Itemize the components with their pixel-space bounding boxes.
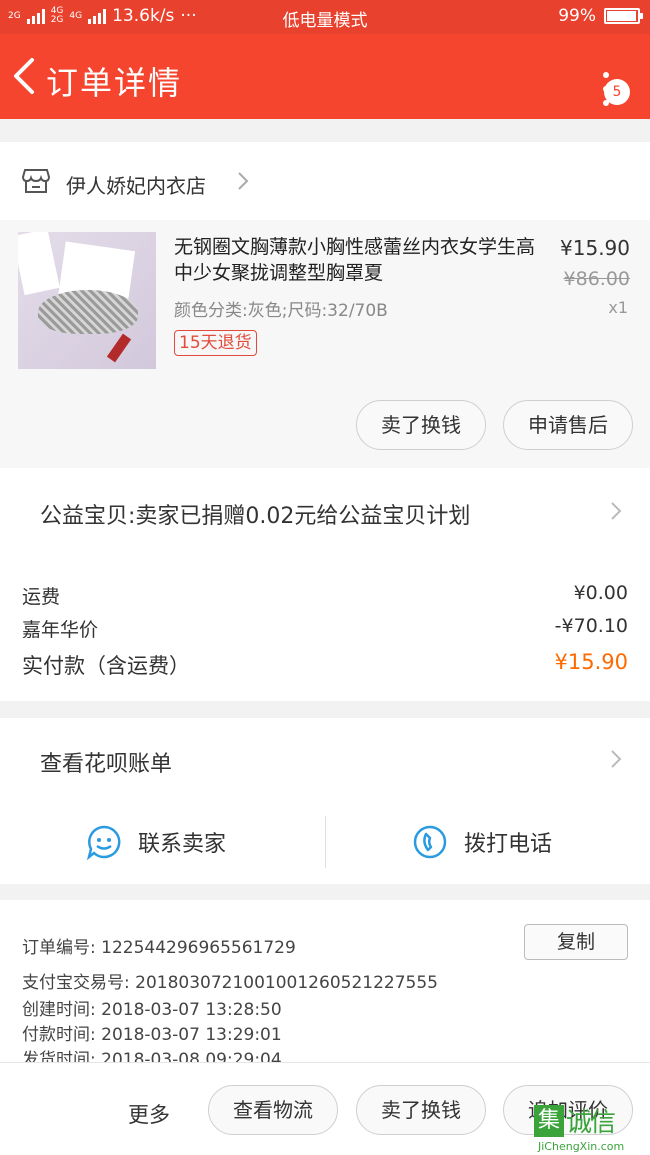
charity-row[interactable]: 公益宝贝:卖家已捐赠0.02元给公益宝贝计划 (0, 468, 650, 556)
huabei-bill-row[interactable]: 查看花呗账单 (0, 718, 650, 802)
product-original-price: ¥86.00 (563, 268, 630, 290)
message-count-badge: 5 (604, 79, 630, 105)
shipping-fee-label: 运费 (22, 586, 61, 608)
call-phone-label: 拨打电话 (464, 832, 553, 857)
product-title[interactable]: 无钢圈文胸薄款小胸性感蕾丝内衣女学生高中少女聚拢调整型胸罩夏 (174, 234, 550, 286)
alipay-transaction-number: 支付宝交易号: 20180307​2100100​1260521227555 (22, 973, 438, 993)
store-icon (22, 169, 50, 193)
product-card: 无钢圈文胸薄款小胸性感蕾丝内衣女学生高中少女聚拢调整型胸罩夏 颜色分类:灰色;尺… (0, 220, 650, 468)
power-mode-label: 低电量模式 (282, 11, 368, 31)
view-logistics-button[interactable]: 查看物流 (208, 1085, 338, 1135)
shop-row[interactable]: 伊人娇妃内衣店 (0, 142, 650, 220)
refund-policy-tag: 15天退货 (174, 330, 257, 356)
phone-icon (413, 825, 447, 859)
fee-summary: 运费 ¥0.00 嘉年华价 -¥70.10 实付款（含运费） ¥15.90 (0, 556, 650, 701)
battery-icon (604, 8, 643, 24)
order-number: 订单编号: 1225442969655617​29 (22, 938, 296, 958)
chevron-right-icon (611, 502, 622, 520)
watermark-logo: 集 诚信 (534, 1102, 616, 1139)
contact-seller-button[interactable]: 联系卖家 (86, 824, 226, 860)
product-thumbnail[interactable] (18, 232, 156, 369)
battery-percent: 99% (558, 6, 596, 26)
charity-text: 公益宝贝:卖家已捐赠0.02元给公益宝贝计划 (40, 504, 471, 529)
carnival-price-label: 嘉年华价 (22, 619, 99, 641)
status-right: 99% (558, 6, 643, 26)
shipping-fee-row: 运费 ¥0.00 (22, 582, 628, 609)
product-sku: 颜色分类:灰色;尺码:32/70B (174, 301, 388, 321)
sell-item-button[interactable]: 卖了换钱 (356, 400, 486, 450)
total-paid-row: 实付款（含运费） ¥15.90 (22, 650, 628, 680)
status-bar: 2G 4G 2G 4G 13.6k/s ··· 低电量模式 99% (0, 0, 650, 34)
total-paid-value: ¥15.90 (554, 650, 628, 674)
watermark-url: JiChengXin.com (538, 1140, 625, 1153)
carnival-price-value: -¥70.10 (554, 615, 628, 637)
created-time: 创建时间: 2018-03-07 13:28:50 (22, 1000, 282, 1020)
sell-item-bottom-button[interactable]: 卖了换钱 (356, 1085, 486, 1135)
watermark-name: 诚信 (566, 1108, 616, 1138)
chat-bubble-icon (86, 825, 121, 860)
chevron-right-icon (611, 750, 622, 768)
product-quantity: x1 (608, 298, 628, 317)
app-header: 订单详情 5 (0, 34, 650, 119)
contact-bar: 联系卖家 拨打电话 (0, 802, 650, 884)
call-phone-button[interactable]: 拨打电话 (412, 824, 552, 860)
page-title: 订单详情 (46, 64, 183, 102)
shop-name: 伊人娇妃内衣店 (66, 174, 206, 198)
shipping-fee-value: ¥0.00 (573, 582, 628, 604)
order-info: 订单编号: 1225442969655617​29 复制 支付宝交易号: 201… (0, 900, 650, 1070)
huabei-bill-text: 查看花呗账单 (40, 752, 173, 777)
carnival-price-row: 嘉年华价 -¥70.10 (22, 615, 628, 642)
site-watermark: 集 诚信 JiChengXin.com (534, 1102, 650, 1155)
copy-button[interactable]: 复制 (524, 924, 628, 960)
divider (325, 816, 326, 868)
contact-seller-label: 联系卖家 (138, 832, 227, 857)
chevron-right-icon (238, 172, 249, 190)
back-arrow-icon[interactable] (10, 56, 40, 96)
product-price: ¥15.90 (560, 236, 630, 260)
watermark-logo-char: 集 (534, 1104, 564, 1137)
total-paid-label: 实付款（含运费） (22, 654, 190, 678)
paid-time: 付款时间: 2018-03-07 13:29:01 (22, 1025, 282, 1045)
request-aftersale-button[interactable]: 申请售后 (503, 400, 633, 450)
more-actions-button[interactable]: 更多 (128, 1099, 170, 1129)
